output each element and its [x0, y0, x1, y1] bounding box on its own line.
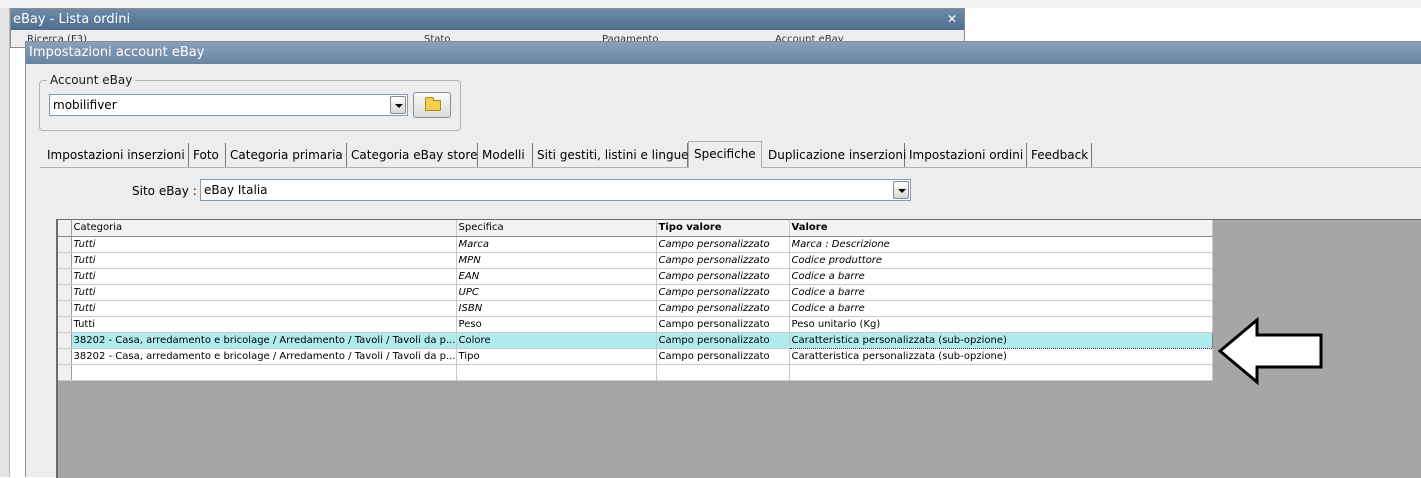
specifiche-grid: Categoria Specifica Tipo valore Valore T…	[58, 220, 1213, 381]
cell-specifica[interactable]	[456, 364, 657, 381]
tab-impostazioni-inserzioni[interactable]: Impostazioni inserzioni	[43, 143, 189, 167]
table-row-new[interactable]	[58, 364, 1213, 381]
tab-categoria-primaria[interactable]: Categoria primaria	[226, 143, 347, 167]
cell-tipo-valore[interactable]: Campo personalizzato	[656, 252, 790, 269]
column-header-valore[interactable]: Valore	[789, 220, 1213, 237]
account-legend: Account eBay	[47, 73, 136, 87]
tab-categoria-ebay-store[interactable]: Categoria eBay store	[347, 143, 478, 167]
cell-specifica[interactable]: Peso	[456, 316, 657, 333]
table-row-selected[interactable]: 38202 - Casa, arredamento e bricolage / …	[58, 331, 1213, 349]
row-indicator[interactable]	[58, 252, 72, 269]
row-indicator[interactable]	[58, 332, 72, 349]
column-header-categoria[interactable]: Categoria	[71, 220, 457, 237]
table-row[interactable]: Tutti MPN Campo personalizzato Codice pr…	[58, 252, 1213, 269]
table-row[interactable]: Tutti UPC Campo personalizzato Codice a …	[58, 284, 1213, 301]
account-group: Account eBay mobilifiver	[39, 73, 461, 131]
column-header-tipo-valore[interactable]: Tipo valore	[656, 220, 790, 237]
cell-specifica[interactable]: UPC	[456, 284, 657, 301]
cell-tipo-valore[interactable]: Campo personalizzato	[656, 300, 790, 317]
cell-categoria[interactable]: Tutti	[71, 268, 457, 285]
cell-valore[interactable]: Codice a barre	[789, 284, 1213, 301]
background-window-title: eBay - Lista ordini	[13, 12, 131, 27]
cell-specifica[interactable]: Marca	[456, 236, 657, 253]
left-arrow-annotation-icon	[1217, 317, 1323, 386]
folder-icon	[425, 97, 441, 111]
tab-siti-gestiti[interactable]: Siti gestiti, listini e lingue	[533, 143, 689, 167]
cell-specifica[interactable]: ISBN	[456, 300, 657, 317]
cell-valore[interactable]	[789, 364, 1213, 381]
row-indicator[interactable]	[58, 300, 72, 317]
cell-valore[interactable]: Peso unitario (Kg)	[789, 316, 1213, 333]
dropdown-arrow-icon[interactable]	[893, 181, 909, 199]
dialog-title: Impostazioni account eBay	[29, 45, 205, 60]
cell-categoria[interactable]: 38202 - Casa, arredamento e bricolage / …	[71, 332, 457, 349]
impostazioni-account-dialog: Impostazioni account eBay Account eBay m…	[25, 41, 1421, 478]
table-row[interactable]: Tutti EAN Campo personalizzato Codice a …	[58, 268, 1213, 285]
row-indicator[interactable]	[58, 348, 72, 365]
cell-specifica[interactable]: Colore	[456, 332, 657, 349]
cell-specifica[interactable]: EAN	[456, 268, 657, 285]
cell-categoria[interactable]	[71, 364, 457, 381]
table-row[interactable]: Tutti Marca Campo personalizzato Marca :…	[58, 236, 1213, 253]
tab-duplicazione-inserzioni[interactable]: Duplicazione inserzioni	[764, 143, 906, 167]
table-row[interactable]: Tutti Peso Campo personalizzato Peso uni…	[58, 316, 1213, 333]
site-select[interactable]: eBay Italia	[200, 179, 911, 201]
cell-categoria[interactable]: Tutti	[71, 316, 457, 333]
cell-tipo-valore[interactable]: Campo personalizzato	[656, 236, 790, 253]
background-left-panel	[0, 8, 10, 477]
tab-foto[interactable]: Foto	[189, 143, 226, 167]
cell-categoria[interactable]: Tutti	[71, 284, 457, 301]
account-select-value: mobilifiver	[53, 98, 117, 112]
cell-tipo-valore[interactable]: Campo personalizzato	[656, 332, 790, 349]
site-select-value: eBay Italia	[204, 183, 268, 197]
cell-tipo-valore[interactable]	[656, 364, 790, 381]
cell-valore[interactable]: Codice a barre	[789, 300, 1213, 317]
cell-categoria[interactable]: 38202 - Casa, arredamento e bricolage / …	[71, 348, 457, 365]
cell-categoria[interactable]: Tutti	[71, 236, 457, 253]
cell-categoria[interactable]: Tutti	[71, 252, 457, 269]
background-window-titlebar: eBay - Lista ordini ✕	[11, 9, 964, 30]
open-folder-button[interactable]	[413, 92, 451, 118]
desktop-top-strip	[0, 0, 1421, 8]
cell-valore[interactable]: Marca : Descrizione	[789, 236, 1213, 253]
row-indicator[interactable]	[58, 364, 72, 381]
tab-modelli[interactable]: Modelli	[478, 143, 533, 167]
row-indicator[interactable]	[58, 236, 72, 253]
account-select[interactable]: mobilifiver	[49, 94, 408, 116]
cell-specifica[interactable]: MPN	[456, 252, 657, 269]
grid-header-row: Categoria Specifica Tipo valore Valore	[58, 220, 1213, 237]
cell-tipo-valore[interactable]: Campo personalizzato	[656, 348, 790, 365]
dialog-titlebar: Impostazioni account eBay	[26, 42, 1421, 64]
row-indicator-header	[58, 220, 72, 237]
cell-specifica[interactable]: Tipo	[456, 348, 657, 365]
cell-tipo-valore[interactable]: Campo personalizzato	[656, 316, 790, 333]
row-indicator[interactable]	[58, 316, 72, 333]
cell-tipo-valore[interactable]: Campo personalizzato	[656, 268, 790, 285]
cell-valore[interactable]: Caratteristica personalizzata (sub-opzio…	[789, 348, 1213, 365]
cell-valore[interactable]: Codice produttore	[789, 252, 1213, 269]
site-label: Sito eBay :	[132, 184, 197, 198]
cell-valore-focused[interactable]: Caratteristica personalizzata (sub-opzio…	[788, 331, 1213, 349]
column-header-specifica[interactable]: Specifica	[456, 220, 657, 237]
cell-categoria[interactable]: Tutti	[71, 300, 457, 317]
tab-specifiche[interactable]: Specifiche	[688, 141, 762, 168]
table-row[interactable]: Tutti ISBN Campo personalizzato Codice a…	[58, 300, 1213, 317]
tab-feedback[interactable]: Feedback	[1027, 143, 1092, 167]
row-indicator[interactable]	[58, 284, 72, 301]
close-icon[interactable]: ✕	[947, 9, 957, 30]
table-row[interactable]: 38202 - Casa, arredamento e bricolage / …	[58, 348, 1213, 365]
tab-impostazioni-ordini[interactable]: Impostazioni ordini	[905, 143, 1027, 167]
dropdown-arrow-icon[interactable]	[390, 96, 406, 114]
row-indicator[interactable]	[58, 268, 72, 285]
cell-valore[interactable]: Codice a barre	[789, 268, 1213, 285]
cell-tipo-valore[interactable]: Campo personalizzato	[656, 284, 790, 301]
